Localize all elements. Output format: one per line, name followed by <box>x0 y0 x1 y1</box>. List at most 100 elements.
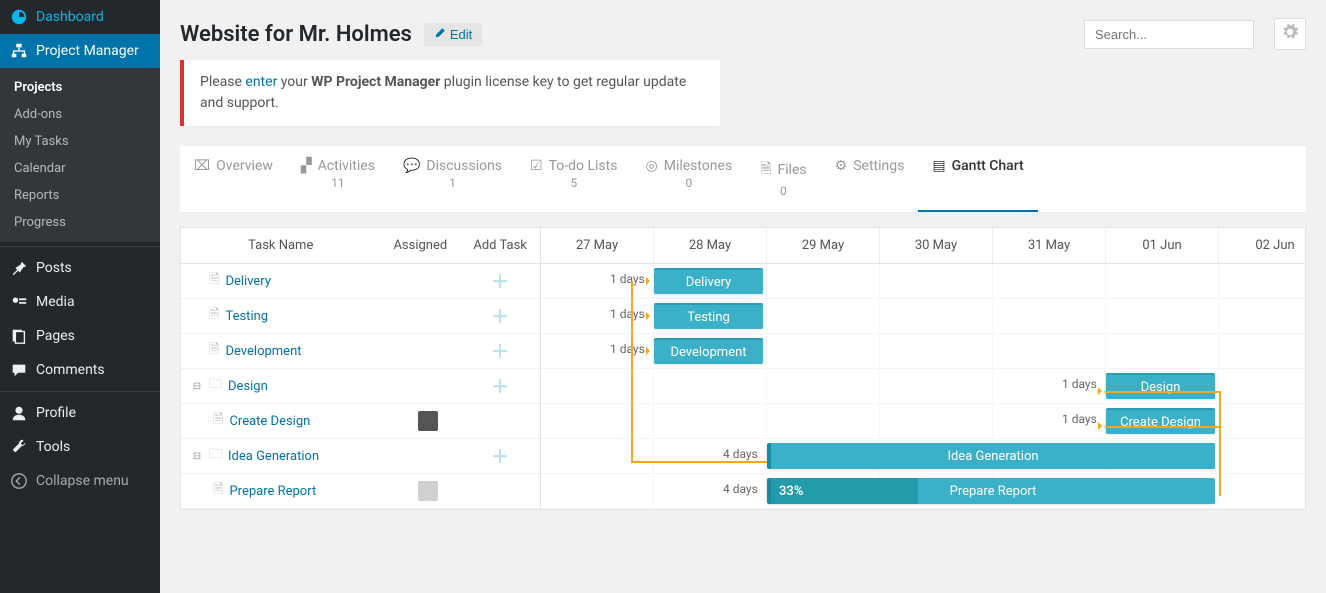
gear-icon <box>1282 24 1298 44</box>
search-input[interactable] <box>1084 20 1254 49</box>
sidebar-label: Pages <box>36 328 75 344</box>
sidebar-label: Profile <box>36 405 76 421</box>
collapse-menu[interactable]: Collapse menu <box>0 464 160 498</box>
admin-sidebar: Dashboard Project Manager Projects Add-o… <box>0 0 160 593</box>
subnav-my-tasks[interactable]: My Tasks <box>0 128 160 155</box>
file-icon: 🗎 <box>213 480 223 502</box>
gantt-bar[interactable]: Idea Generation <box>767 443 1215 469</box>
subnav-calendar[interactable]: Calendar <box>0 155 160 182</box>
duration-label: 4 days <box>723 482 758 496</box>
avatar[interactable] <box>418 411 438 431</box>
pages-icon <box>10 327 28 345</box>
edit-label: Edit <box>450 27 472 42</box>
sidebar-item-profile[interactable]: Profile <box>0 396 160 430</box>
task-link[interactable]: Create Design <box>229 414 310 429</box>
collapse-icon <box>10 472 28 490</box>
chat-icon: 💬 <box>403 158 420 174</box>
add-task-button[interactable]: ＋ <box>491 443 509 469</box>
pin-icon <box>10 259 28 277</box>
file-icon: 🗎 <box>213 410 223 432</box>
col-add-task: Add Task <box>460 238 540 253</box>
tab-settings[interactable]: ⚙Settings <box>821 146 919 212</box>
avatar[interactable] <box>418 481 438 501</box>
date-header: 29 May <box>767 228 880 263</box>
gantt-bar[interactable]: Development <box>654 338 763 364</box>
file-icon: 🗎 <box>209 305 219 327</box>
duration-label: 4 days <box>723 447 758 461</box>
task-row: 🗎 Development ＋ <box>181 334 540 369</box>
col-assigned: Assigned <box>380 238 460 253</box>
check-icon: ☑ <box>530 158 543 174</box>
tab-todo[interactable]: ☑To-do Lists5 <box>516 146 631 212</box>
duration-label: 1 days <box>1062 377 1097 391</box>
add-task-button[interactable]: ＋ <box>491 303 509 329</box>
sidebar-label: Media <box>36 294 75 310</box>
page-title: Website for Mr. Holmes <box>180 22 412 47</box>
sidebar-label: Posts <box>36 260 72 276</box>
chart-icon: ▞ <box>301 158 312 174</box>
gantt-bar[interactable]: Create Design <box>1106 408 1215 434</box>
wrench-icon <box>10 438 28 456</box>
tab-gantt[interactable]: ▤Gantt Chart <box>918 146 1037 212</box>
file-icon: 🗎 <box>209 270 219 292</box>
folder-icon: 🗀 <box>209 375 222 397</box>
progress-fill: 33% <box>771 478 918 504</box>
edit-button[interactable]: Edit <box>424 23 482 46</box>
duration-label: 1 days <box>610 307 645 321</box>
sidebar-item-tools[interactable]: Tools <box>0 430 160 464</box>
tab-files[interactable]: 🗎Files0 <box>746 146 820 212</box>
enter-link[interactable]: enter <box>245 74 277 90</box>
folder-icon: 🗀 <box>209 445 222 467</box>
subnav-progress[interactable]: Progress <box>0 209 160 236</box>
license-notice: Please enter your WP Project Manager plu… <box>180 60 720 126</box>
media-icon <box>10 293 28 311</box>
sidebar-label: Project Manager <box>36 43 139 59</box>
tab-activities[interactable]: ▞Activities11 <box>287 146 389 212</box>
date-header: 28 May <box>654 228 767 263</box>
tab-milestones[interactable]: ◎Milestones0 <box>631 146 746 212</box>
date-header: 02 Jun <box>1219 228 1305 263</box>
col-task-name: Task Name <box>181 238 380 253</box>
task-link[interactable]: Design <box>228 379 268 394</box>
tab-discussions[interactable]: 💬Discussions1 <box>389 146 516 212</box>
sidebar-item-pages[interactable]: Pages <box>0 319 160 353</box>
gantt-task-list: Task Name Assigned Add Task 🗎Delivery ＋ … <box>181 228 541 509</box>
task-link[interactable]: Idea Generation <box>228 449 319 464</box>
add-task-button[interactable]: ＋ <box>491 268 509 294</box>
gantt-bar[interactable]: Testing <box>654 303 763 329</box>
sidebar-label: Tools <box>36 439 70 455</box>
task-link[interactable]: Delivery <box>225 274 271 289</box>
subnav-reports[interactable]: Reports <box>0 182 160 209</box>
sidebar-item-posts[interactable]: Posts <box>0 251 160 285</box>
task-link[interactable]: Development <box>225 344 301 359</box>
sidebar-item-media[interactable]: Media <box>0 285 160 319</box>
tab-overview[interactable]: ⌧Overview <box>180 146 287 212</box>
files-icon: 🗎 <box>760 158 771 182</box>
collapse-toggle[interactable]: ⊟ <box>191 451 203 462</box>
sidebar-submenu: Projects Add-ons My Tasks Calendar Repor… <box>0 68 160 242</box>
date-header: 31 May <box>993 228 1106 263</box>
gantt-bar[interactable]: 33%Prepare Report <box>767 478 1215 504</box>
file-icon: 🗎 <box>209 340 219 362</box>
gantt-bar[interactable]: Design <box>1106 373 1215 399</box>
page-header: Website for Mr. Holmes Edit <box>180 0 1306 60</box>
task-link[interactable]: Prepare Report <box>229 484 316 499</box>
add-task-button[interactable]: ＋ <box>491 373 509 399</box>
subnav-addons[interactable]: Add-ons <box>0 101 160 128</box>
project-tabs: ⌧Overview ▞Activities11 💬Discussions1 ☑T… <box>180 146 1306 213</box>
gantt-icon: ▤ <box>932 158 945 174</box>
task-row: ⊟ 🗀 Idea Generation ＋ <box>181 439 540 474</box>
sidebar-item-dashboard[interactable]: Dashboard <box>0 0 160 34</box>
duration-label: 1 days <box>1062 412 1097 426</box>
gantt-container: Task Name Assigned Add Task 🗎Delivery ＋ … <box>180 227 1306 510</box>
task-link[interactable]: Testing <box>225 309 268 324</box>
sidebar-item-comments[interactable]: Comments <box>0 353 160 387</box>
add-task-button[interactable]: ＋ <box>491 338 509 364</box>
sidebar-label: Comments <box>36 362 105 378</box>
subnav-projects[interactable]: Projects <box>0 74 160 101</box>
settings-button[interactable] <box>1274 18 1306 50</box>
collapse-toggle[interactable]: ⊟ <box>191 381 203 392</box>
gantt-bar[interactable]: Delivery <box>654 268 763 294</box>
sidebar-item-project-manager[interactable]: Project Manager <box>0 34 160 68</box>
dashboard-icon <box>10 8 28 26</box>
